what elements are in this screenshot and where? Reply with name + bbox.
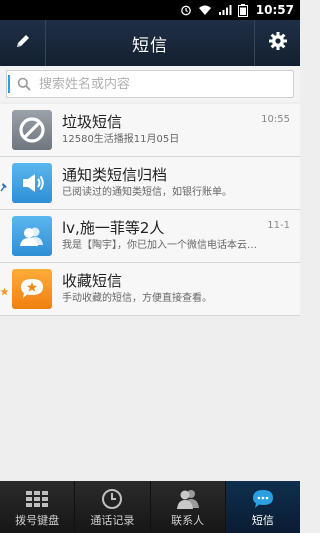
thread-preview: 已阅读过的通知类短信，如银行账单。 bbox=[62, 187, 232, 198]
title-bar: 短信 bbox=[0, 20, 300, 66]
clock-icon bbox=[101, 486, 123, 512]
settings-button[interactable] bbox=[254, 20, 300, 66]
list-item-favorites[interactable]: 收藏短信 手动收藏的短信，方便直接查看。 bbox=[0, 263, 300, 316]
thread-time: 11-1 bbox=[267, 220, 290, 231]
alarm-icon bbox=[180, 4, 192, 16]
bottom-nav: 拨号键盘 通话记录 联系人 短信 bbox=[0, 481, 300, 533]
pencil-icon bbox=[14, 32, 32, 54]
speaker-icon bbox=[12, 163, 52, 203]
tab-label: 短信 bbox=[251, 514, 274, 527]
status-time: 10:57 bbox=[255, 3, 294, 17]
thread-name: 垃圾短信 bbox=[62, 113, 123, 131]
thread-preview: 我是【陶宇】，你已加入一个微信电话本云… bbox=[62, 240, 257, 251]
signal-icon bbox=[218, 4, 232, 16]
thread-time: 10:55 bbox=[261, 114, 290, 125]
dialpad-icon bbox=[25, 486, 49, 512]
pin-icon bbox=[0, 177, 8, 196]
list-item-spam[interactable]: 垃圾短信 12580生活播报11月05日 10:55 bbox=[0, 104, 300, 157]
list-item-notifications[interactable]: 通知类短信归档 已阅读过的通知类短信，如银行账单。 bbox=[0, 157, 300, 210]
battery-icon bbox=[237, 3, 248, 17]
star-chat-icon bbox=[12, 269, 52, 309]
tab-label: 联系人 bbox=[171, 514, 205, 527]
chat-icon bbox=[251, 486, 275, 512]
gear-icon bbox=[268, 31, 288, 55]
tab-dialpad[interactable]: 拨号键盘 bbox=[0, 481, 76, 533]
contacts-icon bbox=[12, 216, 52, 256]
tab-label: 通话记录 bbox=[90, 514, 135, 527]
list-item-group-thread[interactable]: lv,施一菲等2人 我是【陶宇】，你已加入一个微信电话本云… 11-1 bbox=[0, 210, 300, 263]
block-icon bbox=[12, 110, 52, 150]
tab-call-log[interactable]: 通话记录 bbox=[75, 481, 151, 533]
status-bar: 10:57 bbox=[0, 0, 300, 20]
tab-messages[interactable]: 短信 bbox=[225, 481, 300, 533]
wifi-icon bbox=[198, 4, 212, 16]
compose-button[interactable] bbox=[0, 20, 46, 66]
search-bar bbox=[0, 66, 300, 102]
contacts-icon bbox=[175, 486, 201, 512]
thread-name: lv,施一菲等2人 bbox=[62, 219, 165, 237]
message-list: 垃圾短信 12580生活播报11月05日 10:55 通知类短信归档 已阅读过的… bbox=[0, 104, 300, 316]
tab-label: 拨号键盘 bbox=[15, 514, 60, 527]
search-input[interactable] bbox=[39, 76, 269, 92]
thread-name: 收藏短信 bbox=[62, 272, 123, 290]
page-title: 短信 bbox=[132, 35, 168, 56]
search-box[interactable] bbox=[6, 70, 294, 98]
star-mark-icon bbox=[0, 281, 9, 300]
thread-name: 通知类短信归档 bbox=[62, 166, 168, 184]
tab-contacts[interactable]: 联系人 bbox=[151, 481, 226, 533]
thread-preview: 12580生活播报11月05日 bbox=[62, 134, 180, 145]
search-icon bbox=[17, 77, 31, 91]
thread-preview: 手动收藏的短信，方便直接查看。 bbox=[62, 293, 212, 304]
